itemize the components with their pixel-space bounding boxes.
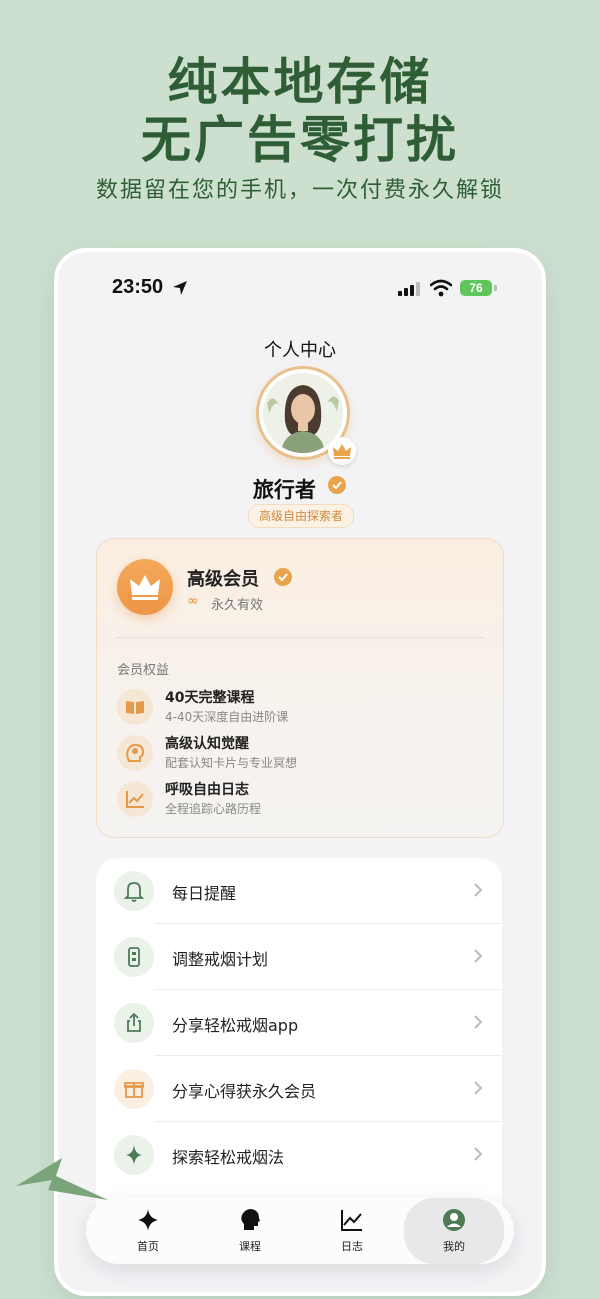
status-time: 23:50 [112,276,164,298]
menu-item-share-app[interactable]: 分享轻松戒烟app [96,990,502,1056]
benefit-desc: 全程追踪心路历程 [165,802,262,816]
chevron-right-icon [474,1081,483,1095]
battery-tip [494,285,497,291]
tab-label: 日志 [341,1240,363,1253]
membership-validity: 永久有效 [211,598,264,613]
tab-home[interactable]: 首页 [98,1198,198,1264]
profile-name: 旅行者 [58,474,542,504]
benefit-item: 40天完整课程 4-40天深度自由进阶课 [117,687,487,727]
benefit-desc: 配套认知卡片与专业冥想 [165,756,298,770]
wifi-icon [430,279,452,297]
tab-bar: 首页 课程 日志 我的 [86,1198,514,1264]
benefit-title: 高级认知觉醒 [165,736,249,752]
head-icon [241,1209,260,1230]
chart-icon [117,781,153,817]
tab-label: 我的 [443,1240,465,1253]
chevron-right-icon [474,949,483,963]
verified-badge-icon [274,568,292,586]
benefits-header: 会员权益 [117,663,170,678]
level-tag: 高级自由探索者 [248,504,354,528]
page-title: 个人中心 [264,340,336,361]
tab-label: 首页 [137,1240,159,1253]
infinity-icon: ∞ [187,593,199,609]
tab-label: 课程 [239,1240,261,1253]
menu-item-adjust-plan[interactable]: 调整戒烟计划 [96,924,502,990]
profile-name-text: 旅行者 [252,478,316,502]
menu-item-label: 每日提醒 [172,884,237,903]
share-icon [114,1003,154,1043]
membership-title: 高级会员 [187,569,259,590]
promo-headline-2: 无广告零打扰 [141,111,459,169]
membership-card: 高级会员 ∞ 永久有效 会员权益 40天完整课程 4-40天深度自由进阶课 高级… [96,538,504,838]
menu-item-label: 分享轻松戒烟app [172,1016,299,1035]
chart-icon [341,1210,362,1231]
user-icon [443,1209,465,1231]
benefit-title: 呼吸自由日志 [165,782,249,798]
bell-icon [114,871,154,911]
gift-icon [114,1069,154,1109]
sparkle-icon [138,1209,158,1231]
chevron-right-icon [474,883,483,897]
benefit-item: 高级认知觉醒 配套认知卡片与专业冥想 [117,733,487,773]
menu-item-label: 调整戒烟计划 [172,950,269,969]
menu-item-share-experience[interactable]: 分享心得获永久会员 [96,1056,502,1122]
benefit-item: 呼吸自由日志 全程追踪心路历程 [117,779,487,819]
status-bar: 23:50 76 [58,276,542,302]
tab-journal[interactable]: 日志 [302,1198,402,1264]
brain-icon [117,735,153,771]
tab-courses[interactable]: 课程 [200,1198,300,1264]
location-arrow-icon [173,281,187,295]
tab-profile[interactable]: 我的 [404,1198,504,1264]
book-icon [117,689,153,725]
verified-badge-icon [328,476,347,494]
battery-indicator: 76 [460,280,492,296]
leaf-decoration-icon [16,1158,108,1200]
phone-screen: 23:50 76 个人中心 旅行者 高级自由探索者 高级会员 ∞ 永久有效 会员… [58,252,542,1292]
crown-icon [117,559,173,615]
divider [115,637,485,638]
promo-headline-1: 纯本地存储 [167,53,433,111]
chevron-right-icon [474,1147,483,1161]
crown-badge-icon [328,437,356,465]
benefit-desc: 4-40天深度自由进阶课 [165,710,289,724]
sparkle-icon [114,1135,154,1175]
chevron-right-icon [474,1015,483,1029]
menu-item-label: 探索轻松戒烟法 [172,1148,285,1167]
menu-item-label: 分享心得获永久会员 [172,1082,317,1101]
menu-item-daily-reminder[interactable]: 每日提醒 [96,858,502,924]
benefit-title: 40天完整课程 [165,690,255,706]
promo-subtitle: 数据留在您的手机，一次付费永久解锁 [95,178,504,203]
plan-icon [114,937,154,977]
menu-item-explore-method[interactable]: 探索轻松戒烟法 [96,1122,502,1188]
cellular-signal-icon [398,282,420,296]
